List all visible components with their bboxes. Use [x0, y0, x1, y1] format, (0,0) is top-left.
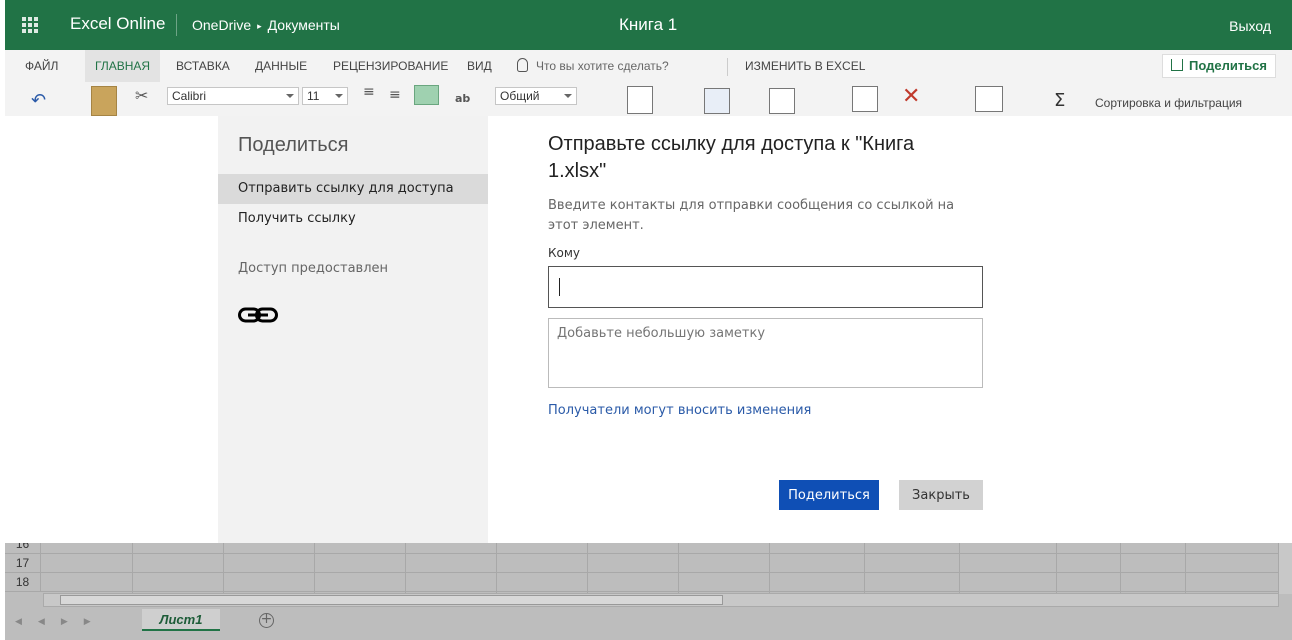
spreadsheet-grid: 16 17 18 ◀◀▶▶ Лист1 +	[5, 535, 1292, 640]
cut-icon[interactable]: ✂	[135, 86, 148, 105]
sidebar-title: Поделиться	[238, 134, 349, 156]
tab-home[interactable]: ГЛАВНАЯ	[85, 50, 161, 82]
font-size-value: 11	[307, 89, 320, 103]
column-divider	[587, 543, 588, 600]
share-button-label: Поделиться	[1188, 58, 1267, 73]
delete-cells-icon[interactable]: ✕	[902, 84, 920, 109]
note-input[interactable]	[548, 318, 983, 388]
share-icon	[1170, 59, 1183, 71]
undo-icon[interactable]: ↶	[31, 90, 46, 111]
tell-me-box[interactable]: Что вы хотите сделать?	[517, 50, 669, 82]
tab-insert[interactable]: ВСТАВКА	[166, 50, 240, 82]
column-divider	[769, 543, 770, 600]
column-divider	[959, 543, 960, 600]
sheet-nav-arrows-icon[interactable]: ◀◀▶▶	[15, 617, 107, 627]
number-format-value: Общий	[500, 89, 540, 103]
insert-cells-icon[interactable]	[852, 86, 878, 112]
add-sheet-icon[interactable]: +	[259, 612, 274, 628]
column-divider	[132, 543, 133, 600]
tab-review[interactable]: РЕЦЕНЗИРОВАНИЕ	[323, 50, 458, 82]
column-divider	[678, 543, 679, 600]
tell-me-text: Что вы хотите сделать?	[536, 59, 669, 73]
align-middle-icon[interactable]: ≡	[389, 87, 401, 103]
permission-settings-link[interactable]: Получатели могут вносить изменения	[548, 403, 811, 418]
breadcrumb-separator-icon: ▸	[257, 21, 262, 31]
align-top-icon[interactable]: ≡	[363, 84, 375, 100]
tabs-divider	[727, 58, 728, 76]
scrollbar-thumb[interactable]	[60, 595, 723, 605]
lightbulb-icon	[517, 58, 528, 72]
align-bottom-icon[interactable]	[414, 85, 439, 105]
title-bar: Excel Online OneDrive ▸ Документы Книга 1 …	[5, 0, 1292, 50]
link-icon[interactable]	[238, 306, 278, 324]
app-launcher-icon[interactable]	[22, 17, 38, 33]
format-cells-icon[interactable]	[975, 86, 1003, 112]
number-format-select[interactable]: Общий	[495, 87, 577, 105]
column-divider	[223, 543, 224, 600]
recipients-input[interactable]	[548, 266, 983, 308]
document-title[interactable]: Книга 1	[619, 15, 677, 35]
dialog-title: Отправьте ссылку для доступа к "Книга 1.…	[548, 133, 915, 182]
sheet-tab-active[interactable]: Лист1	[142, 609, 220, 631]
tab-data[interactable]: ДАННЫЕ	[245, 50, 317, 82]
dialog-description: Введите контакты для отправки сообщения …	[548, 198, 955, 233]
breadcrumb-documents[interactable]: Документы	[268, 17, 340, 33]
row-header[interactable]: 17	[5, 554, 41, 573]
paste-icon[interactable]	[91, 86, 117, 116]
column-divider	[864, 543, 865, 600]
table-row: 17	[5, 554, 1278, 573]
column-divider	[1120, 543, 1121, 600]
ribbon-home: ↶ ✂ Calibri 11 ≡ ≡ ab Общий ✕ Σ Сортиров…	[5, 82, 1292, 116]
text-cursor	[559, 278, 560, 296]
share-dialog: Поделиться Отправить ссылку для доступа …	[5, 116, 1290, 543]
conditional-format-icon[interactable]	[627, 86, 653, 114]
format-as-table-icon[interactable]	[704, 88, 730, 114]
sort-filter-button[interactable]: Сортировка и фильтрация	[1095, 96, 1242, 110]
breadcrumb: OneDrive ▸ Документы	[192, 17, 340, 33]
horizontal-scrollbar[interactable]	[43, 593, 1279, 607]
autosum-icon[interactable]: Σ	[1054, 90, 1065, 111]
app-name[interactable]: Excel Online	[70, 14, 165, 34]
share-button-top[interactable]: Поделиться	[1161, 54, 1276, 78]
share-sidebar: Поделиться Отправить ссылку для доступа …	[218, 116, 488, 543]
close-button[interactable]: Закрыть	[899, 480, 983, 510]
font-name-value: Calibri	[172, 89, 207, 103]
font-name-select[interactable]: Calibri	[167, 87, 299, 105]
share-button[interactable]: Поделиться	[779, 480, 879, 510]
exit-link[interactable]: Выход	[1229, 18, 1271, 34]
sidebar-item-get-link[interactable]: Получить ссылку	[218, 204, 488, 234]
column-divider	[405, 543, 406, 600]
table-row: 18	[5, 573, 1278, 592]
column-divider	[314, 543, 315, 600]
edit-in-excel-button[interactable]: ИЗМЕНИТЬ В EXCEL	[735, 50, 875, 82]
sheet-tabs-bar: ◀◀▶▶ Лист1 +	[5, 607, 1292, 640]
shared-with-heading: Доступ предоставлен	[238, 261, 389, 276]
chevron-down-icon	[564, 94, 572, 98]
breadcrumb-onedrive[interactable]: OneDrive	[192, 17, 251, 33]
tab-view[interactable]: ВИД	[457, 50, 502, 82]
column-divider	[496, 543, 497, 600]
chevron-down-icon	[286, 94, 294, 98]
vertical-scrollbar[interactable]	[1278, 543, 1292, 594]
ribbon-tabs: ФАЙЛ ГЛАВНАЯ ВСТАВКА ДАННЫЕ РЕЦЕНЗИРОВАН…	[5, 50, 1292, 82]
text-direction-icon[interactable]: ab	[455, 92, 470, 105]
tab-file[interactable]: ФАЙЛ	[15, 50, 68, 82]
font-size-select[interactable]: 11	[302, 87, 348, 105]
column-divider	[1056, 543, 1057, 600]
sidebar-item-send-link[interactable]: Отправить ссылку для доступа	[218, 174, 488, 204]
title-divider	[176, 14, 177, 36]
to-label: Кому	[548, 246, 581, 260]
row-header[interactable]: 18	[5, 573, 41, 592]
cell-styles-icon[interactable]	[769, 88, 795, 114]
chevron-down-icon	[335, 94, 343, 98]
column-divider	[1185, 543, 1186, 600]
